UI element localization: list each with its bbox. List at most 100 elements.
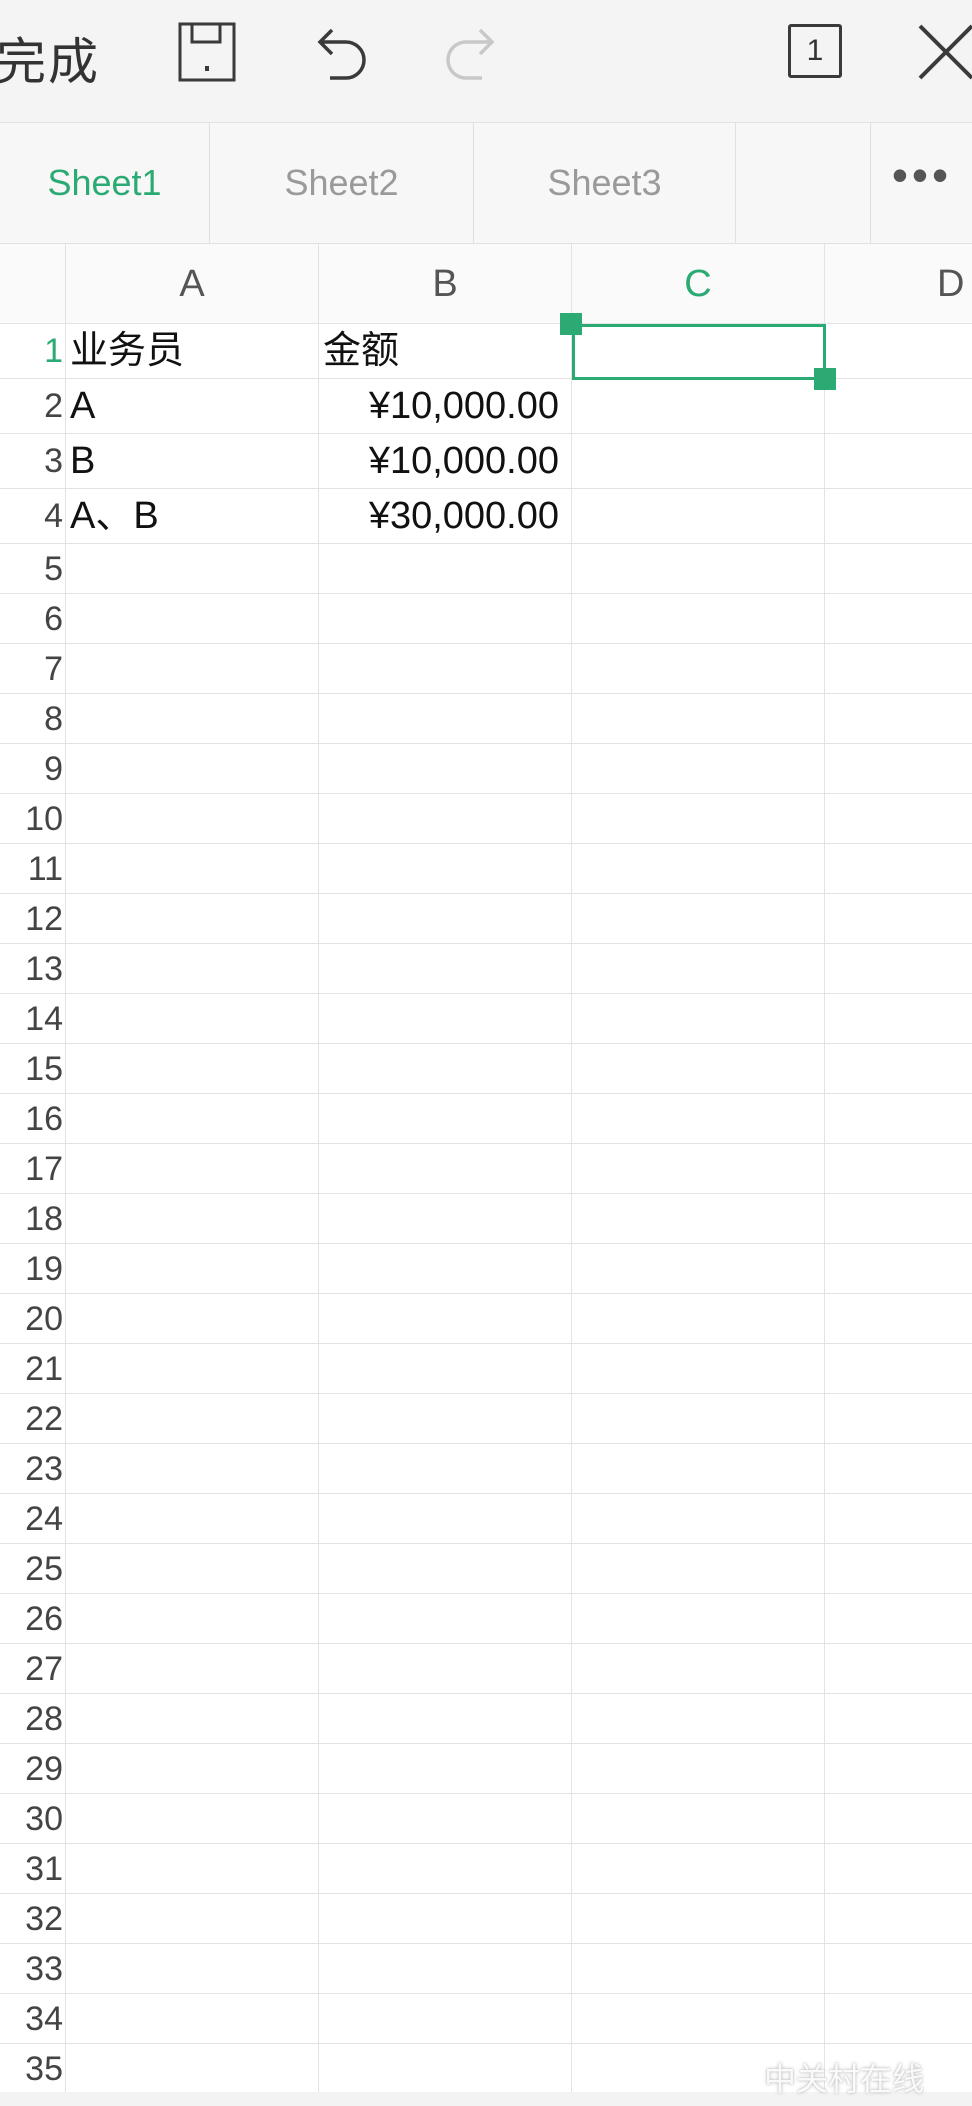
row-number[interactable]: 22 [0,1394,66,1443]
cell-b24[interactable] [319,1494,572,1543]
cell-d29[interactable] [825,1744,972,1793]
row-number[interactable]: 17 [0,1144,66,1193]
cell-c10[interactable] [572,794,825,843]
cell-d21[interactable] [825,1344,972,1393]
cell-a26[interactable] [66,1594,319,1643]
cell-d17[interactable] [825,1144,972,1193]
cell-d7[interactable] [825,644,972,693]
cell-d34[interactable] [825,1994,972,2043]
cell-a25[interactable] [66,1544,319,1593]
row-number[interactable]: 2 [0,379,66,433]
cell-b9[interactable] [319,744,572,793]
row-number[interactable]: 32 [0,1894,66,1943]
cell-b34[interactable] [319,1994,572,2043]
cell-c16[interactable] [572,1094,825,1143]
cell-d33[interactable] [825,1944,972,1993]
cell-d11[interactable] [825,844,972,893]
cell-a10[interactable] [66,794,319,843]
cell-c31[interactable] [572,1844,825,1893]
row-number[interactable]: 31 [0,1844,66,1893]
column-header-a[interactable]: A [66,244,319,324]
redo-icon[interactable] [436,18,506,88]
cell-c33[interactable] [572,1944,825,1993]
cell-b21[interactable] [319,1344,572,1393]
cell-c1[interactable] [572,324,825,378]
cell-d24[interactable] [825,1494,972,1543]
cell-d8[interactable] [825,694,972,743]
cell-c5[interactable] [572,544,825,593]
cell-b16[interactable] [319,1094,572,1143]
cell-a23[interactable] [66,1444,319,1493]
cell-d16[interactable] [825,1094,972,1143]
selection-handle-top-left[interactable] [560,313,582,335]
page-count-button[interactable]: 1 [788,24,842,78]
cell-b5[interactable] [319,544,572,593]
cell-c21[interactable] [572,1344,825,1393]
cell-d28[interactable] [825,1694,972,1743]
cell-b6[interactable] [319,594,572,643]
undo-icon[interactable] [306,18,376,88]
cell-d18[interactable] [825,1194,972,1243]
row-number[interactable]: 13 [0,944,66,993]
cell-d3[interactable] [825,434,972,488]
cell-a29[interactable] [66,1744,319,1793]
cell-a28[interactable] [66,1694,319,1743]
cell-c4[interactable] [572,489,825,543]
cell-c3[interactable] [572,434,825,488]
cell-c13[interactable] [572,944,825,993]
tab-sheet2[interactable]: Sheet2 [210,123,474,243]
cell-b35[interactable] [319,2044,572,2093]
cell-b3[interactable]: ¥10,000.00 [319,434,572,488]
cell-a30[interactable] [66,1794,319,1843]
cell-c15[interactable] [572,1044,825,1093]
row-number[interactable]: 19 [0,1244,66,1293]
row-number[interactable]: 8 [0,694,66,743]
cell-d23[interactable] [825,1444,972,1493]
row-number[interactable]: 27 [0,1644,66,1693]
row-number[interactable]: 10 [0,794,66,843]
row-number[interactable]: 14 [0,994,66,1043]
column-header-b[interactable]: B [319,244,572,324]
cell-b26[interactable] [319,1594,572,1643]
cell-a6[interactable] [66,594,319,643]
row-number[interactable]: 21 [0,1344,66,1393]
cell-c9[interactable] [572,744,825,793]
row-number[interactable]: 33 [0,1944,66,1993]
cell-a32[interactable] [66,1894,319,1943]
cell-b23[interactable] [319,1444,572,1493]
cell-b25[interactable] [319,1544,572,1593]
cell-d6[interactable] [825,594,972,643]
cell-c12[interactable] [572,894,825,943]
cell-d4[interactable] [825,489,972,543]
cell-a18[interactable] [66,1194,319,1243]
cell-a31[interactable] [66,1844,319,1893]
cell-b2[interactable]: ¥10,000.00 [319,379,572,433]
cell-b4[interactable]: ¥30,000.00 [319,489,572,543]
cell-a35[interactable] [66,2044,319,2093]
cell-c17[interactable] [572,1144,825,1193]
cell-d31[interactable] [825,1844,972,1893]
cell-a22[interactable] [66,1394,319,1443]
cell-d19[interactable] [825,1244,972,1293]
cell-c24[interactable] [572,1494,825,1543]
row-number[interactable]: 6 [0,594,66,643]
row-number[interactable]: 1 [0,324,66,378]
cell-c7[interactable] [572,644,825,693]
selection-handle-bottom-right[interactable] [814,368,836,390]
row-number[interactable]: 20 [0,1294,66,1343]
row-number[interactable]: 11 [0,844,66,893]
close-icon[interactable] [914,18,972,88]
column-header-d[interactable]: D [825,244,972,324]
row-number[interactable]: 35 [0,2044,66,2093]
cell-c26[interactable] [572,1594,825,1643]
cell-a9[interactable] [66,744,319,793]
cell-b20[interactable] [319,1294,572,1343]
row-number[interactable]: 3 [0,434,66,488]
row-number[interactable]: 16 [0,1094,66,1143]
cell-b28[interactable] [319,1694,572,1743]
cell-b10[interactable] [319,794,572,843]
column-header-c[interactable]: C [572,244,825,324]
row-number[interactable]: 4 [0,489,66,543]
cell-b33[interactable] [319,1944,572,1993]
cell-a17[interactable] [66,1144,319,1193]
